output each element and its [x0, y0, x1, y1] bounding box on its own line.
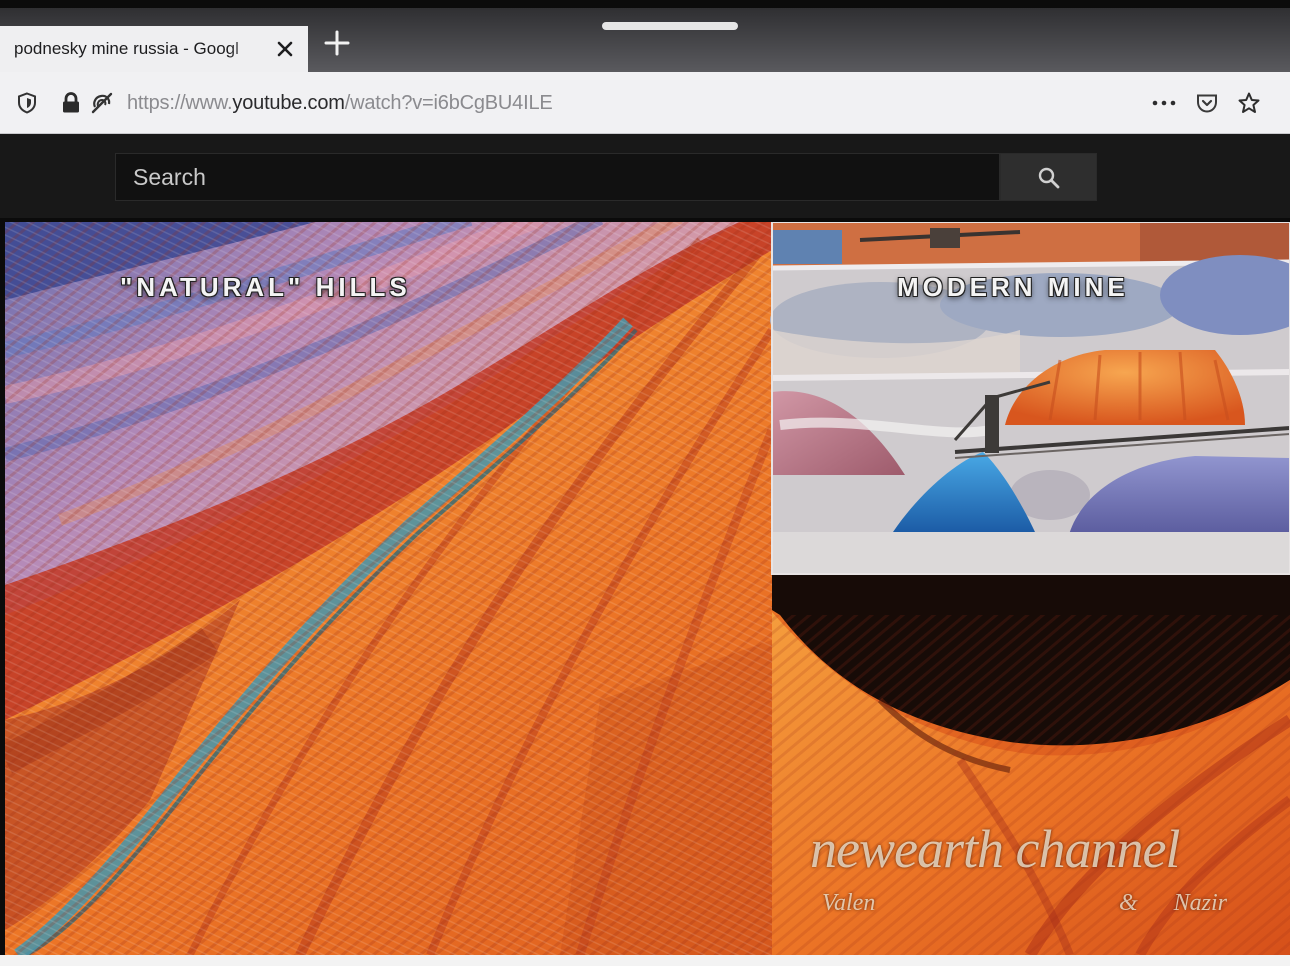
close-icon[interactable]	[274, 38, 296, 60]
browser-tab-active[interactable]: podnesky mine russia - Googl	[0, 26, 308, 72]
search-box[interactable]	[115, 153, 1000, 201]
tab-strip-highlight	[602, 22, 738, 30]
watermark-subtitle-part: Valen	[822, 890, 876, 916]
navigation-bar: https://www.youtube.com/watch?v=i6bCgBU4…	[0, 72, 1290, 134]
top-dark-pile	[1140, 222, 1290, 262]
pocket-icon[interactable]	[1195, 91, 1219, 115]
overlay-label-modern-mine: MODERN MINE	[897, 272, 1129, 302]
youtube-masthead	[0, 134, 1290, 218]
top-machine	[930, 228, 960, 248]
search-button[interactable]	[1000, 153, 1097, 201]
star-icon[interactable]	[1237, 91, 1261, 115]
watermark-subtitle-part: &	[1118, 890, 1138, 916]
search-icon	[1038, 167, 1060, 189]
frame-top-edge	[5, 218, 1290, 222]
top-blue-pile	[772, 230, 842, 264]
search-input[interactable]	[116, 154, 999, 200]
plus-icon	[324, 30, 350, 56]
address-bar-url[interactable]: https://www.youtube.com/watch?v=i6bCgBU4…	[127, 88, 553, 118]
lock-icon[interactable]	[59, 91, 83, 115]
new-tab-button[interactable]	[324, 30, 350, 56]
url-domain: youtube.com	[232, 92, 345, 114]
tab-title: podnesky mine russia - Googl	[14, 39, 239, 58]
yard-floor	[772, 532, 1290, 574]
overlay-label-natural-hills: "NATURAL" HILLS	[120, 272, 411, 302]
browser-tab-strip: podnesky mine russia - Googl	[0, 8, 1290, 72]
channel-watermark: newearth channel Valen & Nazir	[810, 818, 1230, 928]
watermark-title: newearth channel	[810, 819, 1180, 879]
watermark-subtitle-part: Nazir	[1173, 890, 1227, 916]
url-scheme: https://www.	[127, 92, 233, 114]
video-player[interactable]: "NATURAL" HILLS MODERN MINE newearth cha…	[5, 218, 1290, 955]
page-bottom-edge	[0, 955, 1290, 966]
permissions-icon[interactable]	[89, 91, 117, 115]
more-icon[interactable]	[1150, 91, 1178, 115]
hill-grain-texture	[5, 218, 772, 955]
watermark-subtitle: Valen & Nazir	[822, 890, 1227, 917]
url-path: /watch?v=i6bCgBU4ILE	[344, 92, 553, 114]
shield-icon[interactable]	[15, 91, 39, 115]
